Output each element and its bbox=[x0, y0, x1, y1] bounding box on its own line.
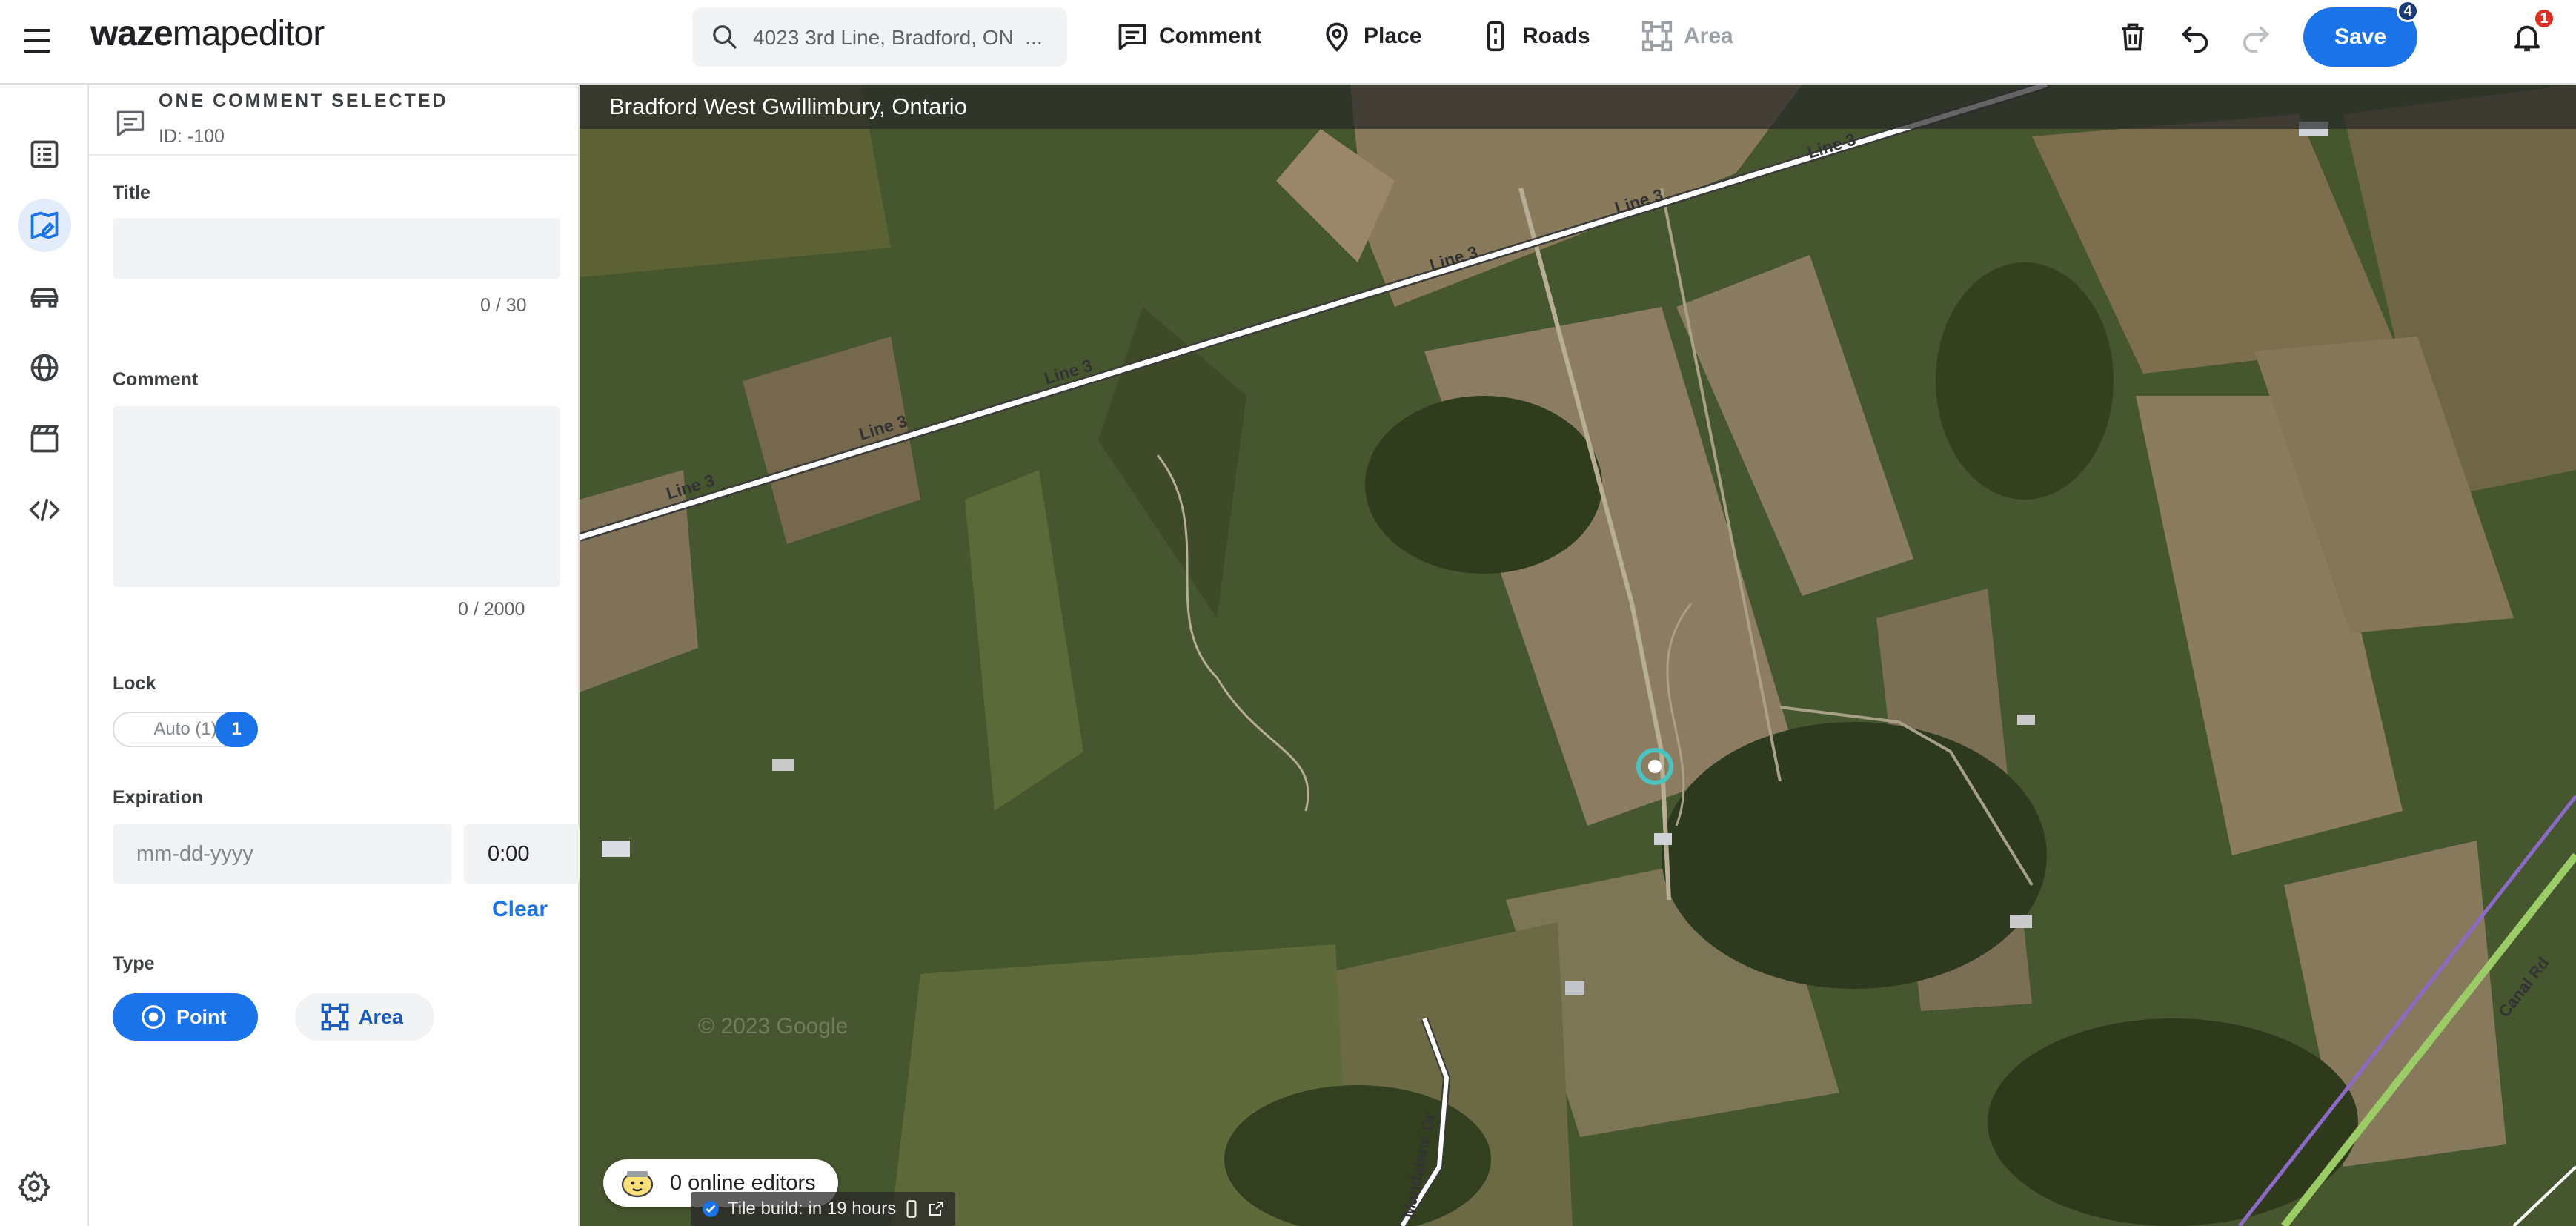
road-label-line3: Line 3 bbox=[857, 411, 909, 443]
location-name: Bradford West Gwillimbury, Ontario bbox=[609, 93, 967, 119]
place-pin-icon bbox=[1326, 22, 1348, 52]
expiration-time-input[interactable]: 0:00 bbox=[464, 824, 580, 884]
place-tool-label: Place bbox=[1364, 24, 1422, 48]
road-label-mandalane: Mandalane Dr bbox=[1398, 1110, 1439, 1219]
map-labels: Line 3 Line 3 Line 3 Line 3 Line 3 Line … bbox=[664, 129, 2553, 1219]
expiration-label: Expiration bbox=[113, 787, 204, 808]
road-label-line3: Line 3 bbox=[664, 470, 717, 503]
rail-list-button[interactable] bbox=[18, 127, 71, 181]
clear-expiration-button[interactable]: Clear bbox=[492, 897, 548, 922]
road-label-line3: Line 3 bbox=[1805, 129, 1858, 162]
type-point-label: Point bbox=[176, 1005, 227, 1028]
comment-char-counter: 0 / 2000 bbox=[458, 599, 525, 620]
list-icon bbox=[30, 140, 59, 168]
save-count-badge: 4 bbox=[2397, 0, 2419, 22]
search-icon bbox=[713, 25, 737, 50]
title-input[interactable] bbox=[113, 218, 560, 279]
rail-globe-button[interactable] bbox=[18, 341, 71, 394]
tile-build-status: Tile build: in 19 hours bbox=[691, 1192, 956, 1226]
road-label-line3: Line 3 bbox=[1613, 185, 1665, 217]
clapperboard-icon bbox=[30, 425, 59, 453]
left-nav-rail bbox=[0, 85, 89, 1226]
code-icon bbox=[29, 498, 60, 522]
search-input[interactable] bbox=[751, 18, 1051, 58]
comment-tool-label: Comment bbox=[1159, 24, 1262, 48]
hamburger-menu-icon[interactable] bbox=[22, 26, 52, 56]
logo-suffix: mapeditor bbox=[172, 14, 325, 53]
rail-clapperboard-button[interactable] bbox=[18, 412, 71, 465]
map-location-header: Bradford West Gwillimbury, Ontario bbox=[580, 85, 2576, 129]
waze-map-editor-logo: wazemapeditor bbox=[90, 13, 325, 54]
redo-button[interactable] bbox=[2235, 16, 2277, 58]
comment-icon bbox=[116, 110, 145, 137]
road-icon bbox=[1487, 21, 1504, 52]
point-radio-icon bbox=[142, 1005, 165, 1029]
lock-level-selected[interactable]: 1 bbox=[215, 712, 258, 747]
map-edit-icon bbox=[30, 211, 59, 239]
place-tool-button[interactable]: Place bbox=[1321, 13, 1421, 59]
lock-label: Lock bbox=[113, 673, 156, 694]
tile-build-text: Tile build: in 19 hours bbox=[728, 1199, 897, 1219]
area-tool-button[interactable]: Area bbox=[1641, 13, 1733, 59]
trash-icon bbox=[2122, 23, 2144, 51]
gear-icon[interactable] bbox=[18, 1170, 50, 1202]
road-label-canal: Canal Rd bbox=[2494, 954, 2552, 1021]
map-canvas[interactable]: Line 3 Line 3 Line 3 Line 3 Line 3 Line … bbox=[580, 85, 2576, 1226]
delete-button[interactable] bbox=[2112, 16, 2154, 58]
rail-drives-button[interactable] bbox=[18, 270, 71, 323]
area-tool-label: Area bbox=[1684, 24, 1733, 48]
save-label: Save bbox=[2334, 24, 2387, 49]
redo-icon bbox=[2243, 26, 2270, 53]
roads-tool-button[interactable]: Roads bbox=[1479, 13, 1590, 59]
rail-map-edit-button[interactable] bbox=[18, 199, 71, 252]
panel-header-title: ONE COMMENT SELECTED bbox=[159, 90, 448, 111]
car-icon bbox=[30, 288, 59, 308]
check-circle-icon bbox=[703, 1201, 719, 1217]
expiration-date-input[interactable]: mm-dd-yyyy bbox=[113, 824, 452, 884]
comment-textarea[interactable] bbox=[113, 406, 560, 587]
road-label-line3: Line 3 bbox=[1042, 355, 1095, 388]
comment-edit-panel: ONE COMMENT SELECTED ID: -100 Title 0 / … bbox=[89, 85, 580, 1226]
type-area-button[interactable]: Area bbox=[295, 993, 434, 1041]
header-divider bbox=[89, 154, 578, 156]
comment-icon bbox=[1118, 24, 1146, 50]
globe-icon bbox=[30, 354, 59, 382]
title-label: Title bbox=[113, 182, 150, 203]
logo-prefix: waze bbox=[90, 14, 173, 53]
roads-tool-label: Roads bbox=[1522, 24, 1590, 48]
top-bar: wazemapeditor Comment Place Roads Area S… bbox=[0, 0, 2576, 85]
rail-code-button[interactable] bbox=[18, 483, 71, 537]
external-link-icon[interactable] bbox=[927, 1200, 945, 1218]
search-box[interactable] bbox=[692, 7, 1067, 67]
type-label: Type bbox=[113, 953, 155, 974]
type-area-label: Area bbox=[359, 1005, 404, 1028]
area-polygon-icon bbox=[321, 1003, 349, 1031]
map-watermark: © 2023 Google bbox=[698, 1014, 848, 1038]
title-char-counter: 0 / 30 bbox=[480, 295, 527, 316]
comment-tool-button[interactable]: Comment bbox=[1116, 13, 1261, 59]
wazer-avatar-icon bbox=[621, 1171, 654, 1198]
comment-label: Comment bbox=[113, 369, 199, 390]
type-point-button[interactable]: Point bbox=[113, 993, 258, 1041]
area-polygon-icon bbox=[1641, 21, 1673, 52]
comment-id: ID: -100 bbox=[159, 126, 225, 147]
road-label-line3: Line 3 bbox=[1427, 242, 1480, 274]
notification-badge: 1 bbox=[2533, 7, 2555, 30]
undo-icon bbox=[2181, 26, 2208, 53]
undo-button[interactable] bbox=[2174, 16, 2216, 58]
phone-icon[interactable] bbox=[903, 1199, 920, 1219]
